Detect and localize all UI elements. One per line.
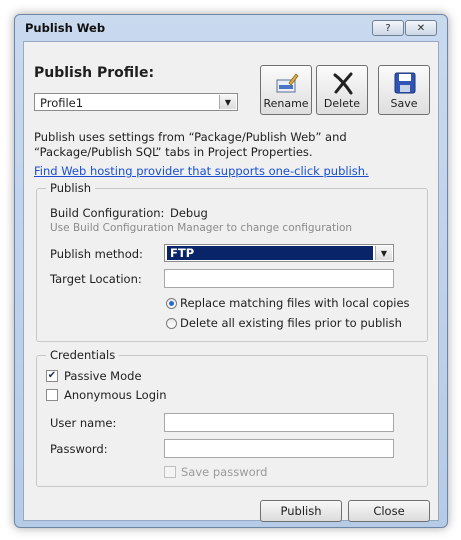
chevron-down-icon[interactable]: ▼ <box>219 95 236 109</box>
profile-dropdown-value: Profile1 <box>40 96 84 110</box>
delete-icon <box>333 72 353 95</box>
profile-dropdown[interactable]: Profile1 ▼ <box>34 93 238 111</box>
delete-files-radio[interactable] <box>166 318 177 329</box>
description-text: Publish uses settings from “Package/Publ… <box>34 130 347 159</box>
publish-group-legend: Publish <box>46 181 95 195</box>
delete-label: Delete <box>323 97 361 110</box>
passive-mode-checkbox[interactable]: ✔ <box>46 370 58 382</box>
username-label: User name: <box>50 416 117 430</box>
close-icon: ✕ <box>416 22 426 34</box>
build-config-hint: Use Build Configuration Manager to chang… <box>50 222 353 234</box>
credentials-group: Credentials ✔ Passive Mode Anonymous Log… <box>36 348 428 487</box>
save-password-checkbox[interactable] <box>164 466 176 478</box>
password-input[interactable] <box>164 439 394 458</box>
save-button[interactable]: Save <box>378 65 430 115</box>
close-button-label: Close <box>373 504 405 518</box>
publish-group: Publish Build Configuration: Debug Use B… <box>36 181 428 342</box>
publish-method-dropdown[interactable]: FTP ▼ <box>164 244 394 262</box>
rename-label: Rename <box>263 97 309 110</box>
chevron-down-icon[interactable]: ▼ <box>375 246 392 260</box>
close-window-button[interactable]: ✕ <box>405 20 437 36</box>
target-location-label: Target Location: <box>50 272 142 286</box>
hosting-provider-link[interactable]: Find Web hosting provider that supports … <box>34 164 369 178</box>
rename-button[interactable]: Rename <box>260 65 312 115</box>
password-label: Password: <box>50 442 108 456</box>
username-input[interactable] <box>164 413 394 432</box>
replace-files-radio[interactable] <box>166 298 177 309</box>
anonymous-login-label: Anonymous Login <box>64 388 167 402</box>
delete-files-label: Delete all existing files prior to publi… <box>180 316 402 330</box>
close-button[interactable]: Close <box>348 500 430 522</box>
window-title: Publish Web <box>25 21 106 35</box>
publish-web-dialog: Publish Web ? ✕ Publish Profile: Profile… <box>14 14 448 528</box>
help-button[interactable]: ? <box>372 20 404 36</box>
floppy-disk-icon <box>394 72 416 94</box>
rename-icon <box>276 73 299 93</box>
publish-profile-heading: Publish Profile: <box>34 65 155 81</box>
save-label: Save <box>390 97 418 110</box>
build-config-label: Build Configuration: <box>50 206 165 220</box>
help-icon: ? <box>385 22 391 34</box>
delete-button[interactable]: Delete <box>316 65 368 115</box>
dialog-content: Publish Profile: Profile1 ▼ Rename Delet… <box>23 41 439 522</box>
publish-method-value: FTP <box>167 246 373 260</box>
target-location-input[interactable] <box>164 269 394 288</box>
title-bar[interactable]: Publish Web ? ✕ <box>15 15 447 41</box>
publish-button[interactable]: Publish <box>260 500 342 522</box>
anonymous-login-checkbox[interactable] <box>46 389 58 401</box>
publish-button-label: Publish <box>280 504 322 518</box>
save-password-label: Save password <box>181 465 268 479</box>
passive-mode-label: Passive Mode <box>64 369 142 383</box>
build-config-value: Debug <box>170 206 208 220</box>
credentials-group-legend: Credentials <box>46 348 120 362</box>
publish-method-label: Publish method: <box>50 247 143 261</box>
replace-files-label: Replace matching files with local copies <box>180 296 410 310</box>
